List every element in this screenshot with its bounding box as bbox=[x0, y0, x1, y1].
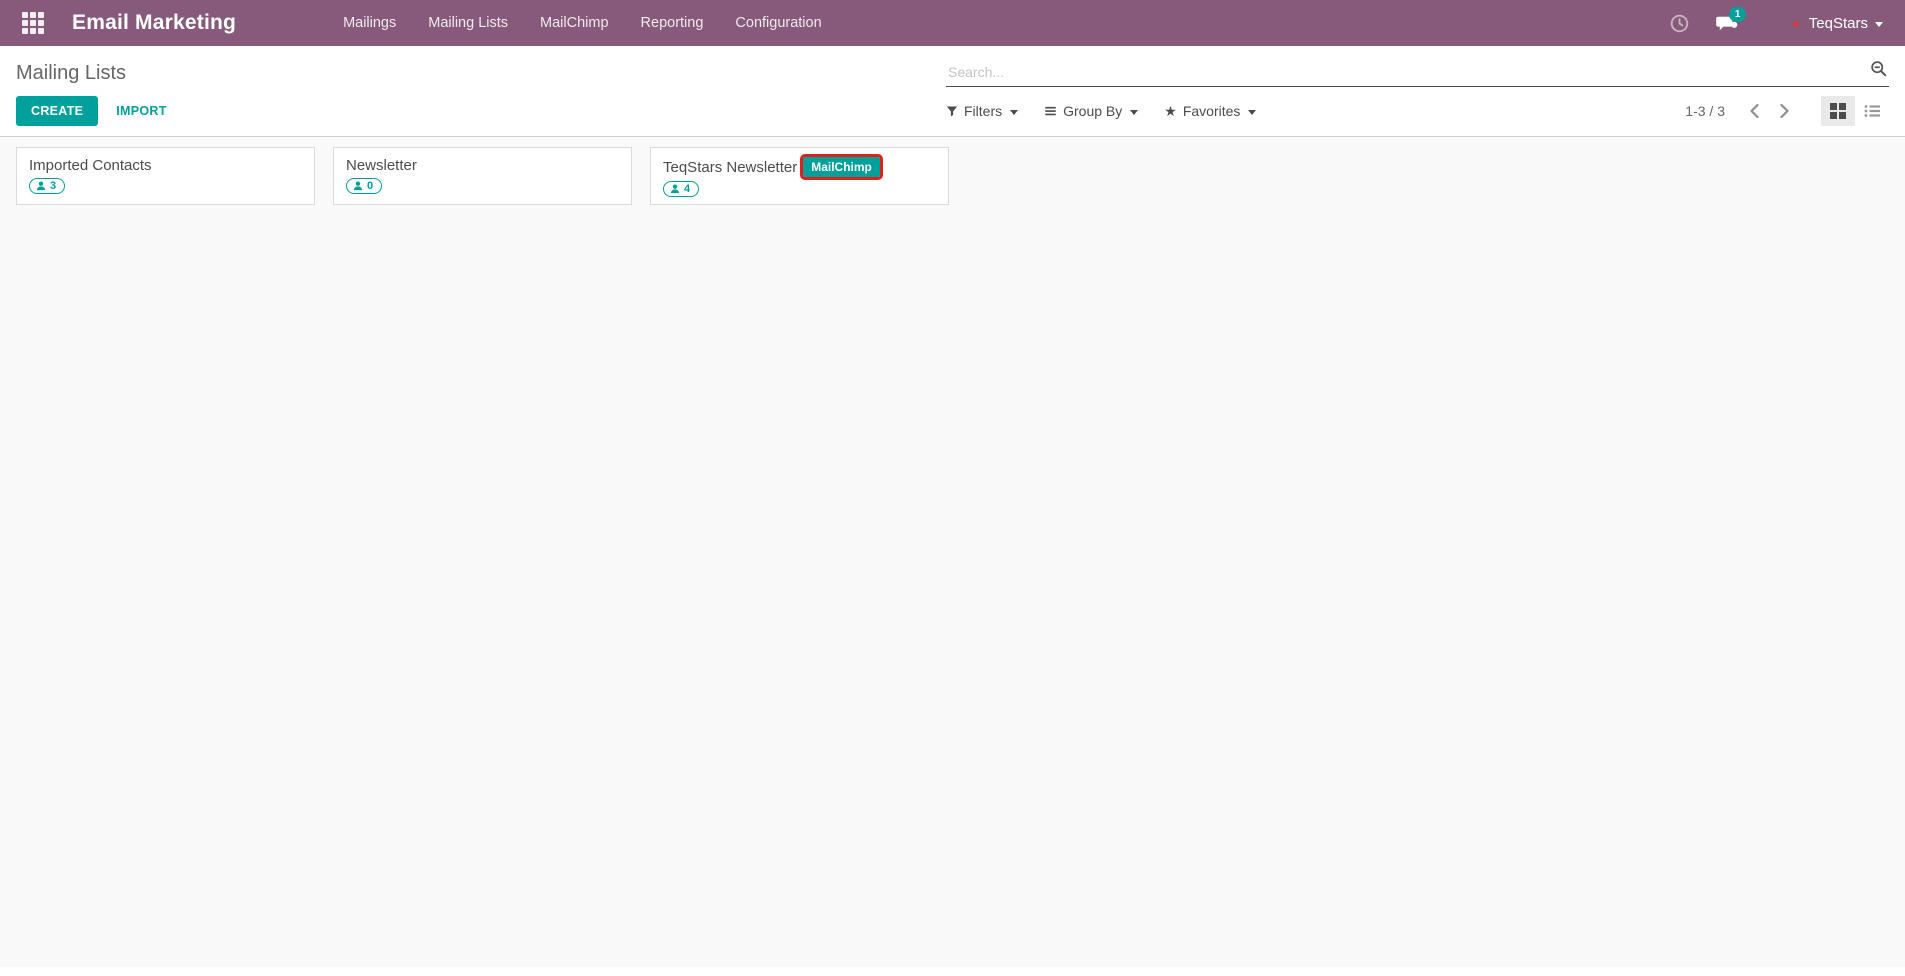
menu-mailing-lists[interactable]: Mailing Lists bbox=[416, 2, 520, 44]
chevron-down-icon bbox=[1248, 110, 1256, 115]
navbar-menu: Mailings Mailing Lists MailChimp Reporti… bbox=[331, 2, 834, 44]
chevron-down-icon bbox=[1130, 110, 1138, 115]
messages-icon-button[interactable]: 1 bbox=[1708, 6, 1746, 40]
card-title: Imported Contacts bbox=[29, 157, 152, 174]
create-button[interactable]: CREATE bbox=[16, 96, 98, 126]
message-count-badge: 1 bbox=[1729, 7, 1746, 22]
bars-icon bbox=[1044, 105, 1057, 117]
contacts-count-pill[interactable]: 3 bbox=[29, 178, 65, 194]
contact-person-icon bbox=[36, 181, 46, 191]
favorites-label: Favorites bbox=[1183, 103, 1241, 119]
grid-icon bbox=[22, 12, 44, 34]
mailing-list-card-newsletter[interactable]: Newsletter 0 bbox=[333, 147, 632, 205]
search-area bbox=[946, 59, 1889, 87]
company-name: TeqStars bbox=[1809, 15, 1868, 32]
pager-previous-button[interactable] bbox=[1739, 96, 1769, 126]
contact-person-icon bbox=[353, 181, 363, 191]
cp-buttons: CREATE IMPORT bbox=[16, 96, 179, 126]
chevron-right-icon bbox=[1779, 104, 1790, 118]
contacts-count-pill[interactable]: 0 bbox=[346, 178, 382, 194]
mailing-list-card-teqstars-newsletter[interactable]: TeqStars Newsletter MailChimp 4 bbox=[650, 147, 949, 205]
view-switcher bbox=[1821, 96, 1889, 126]
chevron-down-icon bbox=[1875, 22, 1883, 27]
pager-value: 1-3 / 3 bbox=[1685, 103, 1725, 119]
chevron-left-icon bbox=[1749, 104, 1760, 118]
contacts-count: 3 bbox=[50, 180, 56, 192]
kanban-row: Imported Contacts 3 Newsletter 0 bbox=[16, 147, 1889, 205]
funnel-icon bbox=[946, 105, 958, 117]
menu-configuration[interactable]: Configuration bbox=[723, 2, 833, 44]
list-icon bbox=[1864, 104, 1880, 118]
app-title[interactable]: Email Marketing bbox=[72, 11, 236, 35]
favorites-dropdown[interactable]: ★ Favorites bbox=[1164, 103, 1256, 119]
activities-clock-icon[interactable] bbox=[1660, 6, 1698, 40]
kanban-view: Imported Contacts 3 Newsletter 0 bbox=[0, 137, 1905, 967]
page-title: Mailing Lists bbox=[16, 54, 126, 87]
mailing-list-card-imported-contacts[interactable]: Imported Contacts 3 bbox=[16, 147, 315, 205]
star-icon: ★ bbox=[1164, 104, 1177, 118]
card-title: TeqStars Newsletter bbox=[663, 159, 797, 176]
menu-mailings[interactable]: Mailings bbox=[331, 2, 408, 44]
filters-dropdown[interactable]: Filters bbox=[946, 103, 1018, 119]
group-by-dropdown[interactable]: Group By bbox=[1044, 103, 1138, 119]
contacts-count-pill[interactable]: 4 bbox=[663, 181, 699, 197]
user-company-menu[interactable]: ★ TeqStars bbox=[1784, 15, 1889, 32]
apps-menu-icon[interactable] bbox=[16, 6, 50, 40]
contacts-count: 4 bbox=[684, 183, 690, 195]
import-button[interactable]: IMPORT bbox=[104, 97, 178, 125]
systray: 1 ★ TeqStars bbox=[1660, 6, 1889, 40]
list-view-button[interactable] bbox=[1855, 96, 1889, 126]
clock-icon bbox=[1670, 14, 1689, 33]
search-options-magnifier-icon[interactable] bbox=[1870, 60, 1887, 82]
chevron-down-icon bbox=[1010, 110, 1018, 115]
menu-reporting[interactable]: Reporting bbox=[629, 2, 716, 44]
search-input[interactable] bbox=[946, 59, 1889, 87]
mailchimp-tag-badge-highlighted: MailChimp bbox=[803, 157, 880, 177]
contacts-count: 0 bbox=[367, 180, 373, 192]
kanban-view-button[interactable] bbox=[1821, 96, 1855, 126]
pager-next-button[interactable] bbox=[1769, 96, 1799, 126]
card-title: Newsletter bbox=[346, 157, 417, 174]
group-by-label: Group By bbox=[1063, 103, 1122, 119]
menu-mailchimp[interactable]: MailChimp bbox=[528, 2, 621, 44]
pager-area: 1-3 / 3 bbox=[1685, 96, 1889, 126]
top-navbar: Email Marketing Mailings Mailing Lists M… bbox=[0, 0, 1905, 46]
filters-label: Filters bbox=[964, 103, 1002, 119]
company-logo-icon: ★ bbox=[1790, 17, 1802, 30]
control-panel: Mailing Lists CREATE IMPORT bbox=[0, 46, 1905, 137]
contact-person-icon bbox=[670, 184, 680, 194]
search-filters-bar: Filters Group By ★ Favorites bbox=[946, 103, 1256, 119]
kanban-icon bbox=[1830, 103, 1846, 119]
